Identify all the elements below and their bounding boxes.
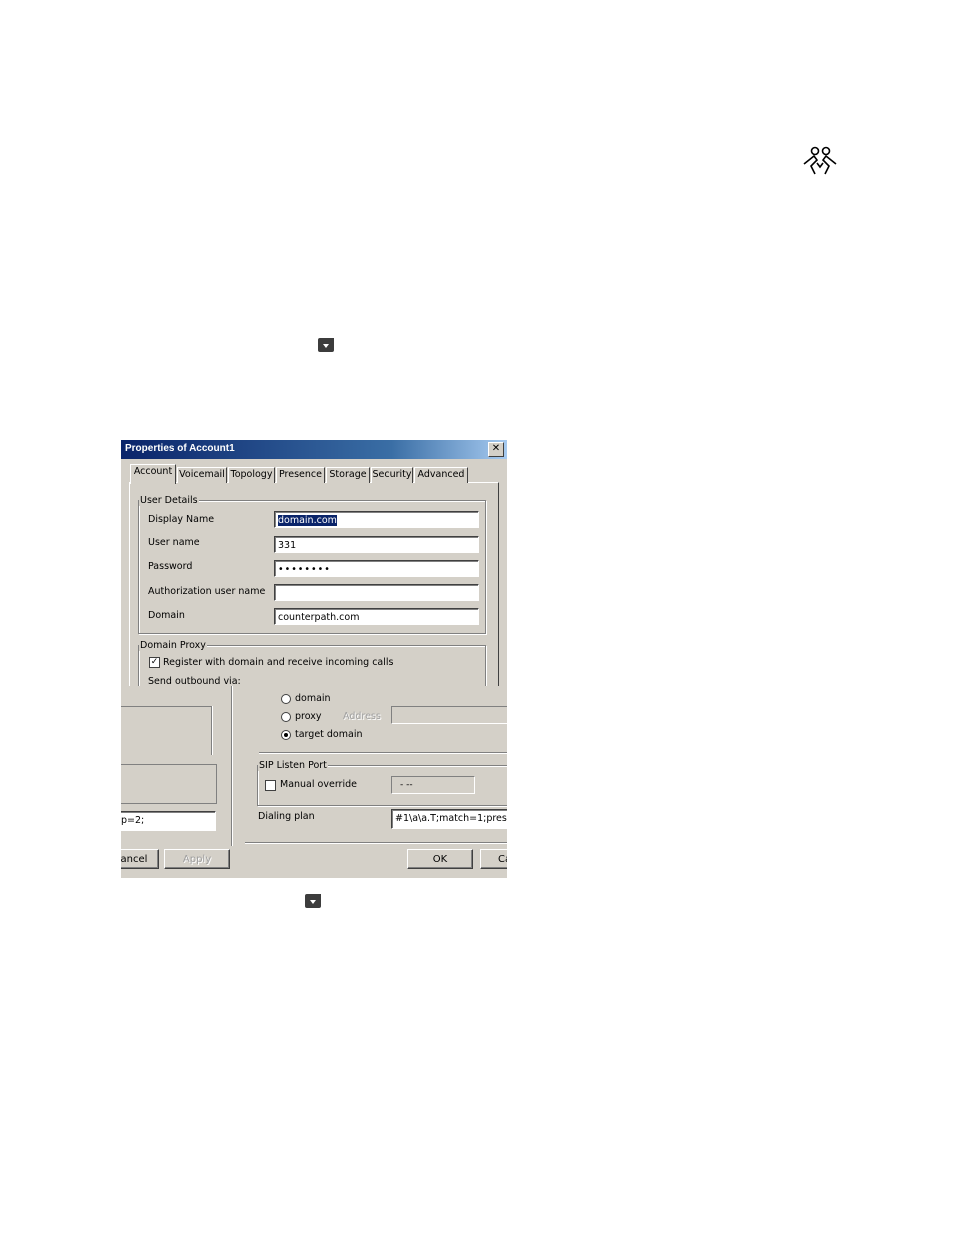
radio-domain-label: domain: [295, 693, 331, 704]
send-outbound-label: Send outbound via:: [148, 676, 241, 686]
sip-port-field[interactable]: - --: [391, 776, 475, 794]
address-field[interactable]: [391, 706, 507, 724]
auth-user-name-label: Authorization user name: [148, 586, 266, 597]
tab-storage[interactable]: Storage: [326, 467, 370, 483]
address-label: Address: [343, 711, 381, 722]
radio-target-domain-label: target domain: [295, 729, 363, 740]
dropdown-menu-icon: [305, 894, 321, 908]
radio-proxy[interactable]: [281, 712, 291, 722]
tab-topology[interactable]: Topology: [228, 467, 275, 483]
tab-voicemail[interactable]: Voicemail: [177, 467, 227, 483]
register-checkbox-label: Register with domain and receive incomin…: [163, 657, 394, 668]
tab-account[interactable]: Account: [130, 464, 176, 484]
domain-label: Domain: [148, 610, 185, 621]
password-field[interactable]: ••••••••: [274, 560, 479, 577]
panel-divider: [231, 686, 232, 846]
group-separator: [259, 752, 507, 753]
dialog-zoomed-crop: p=2; domain proxy Address target domain …: [121, 686, 507, 878]
manual-override-label: Manual override: [280, 779, 357, 790]
password-label: Password: [148, 561, 193, 572]
register-checkbox[interactable]: ✓: [149, 657, 160, 668]
user-name-field[interactable]: 331: [274, 536, 479, 553]
display-name-value: domain.com: [278, 515, 337, 526]
dropdown-menu-icon: [318, 338, 334, 352]
button-separator: [245, 842, 507, 843]
close-button[interactable]: ✕: [488, 442, 504, 457]
radio-domain[interactable]: [281, 694, 291, 704]
sip-listen-port-label: SIP Listen Port: [258, 760, 328, 771]
auth-user-name-field[interactable]: [274, 584, 479, 601]
domain-proxy-label: Domain Proxy: [139, 640, 207, 651]
cancel-button-right[interactable]: Ca: [480, 849, 507, 869]
dialing-plan-label: Dialing plan: [258, 811, 315, 822]
counterpath-logo-icon: [803, 146, 837, 175]
left-group-fragment: [121, 706, 212, 755]
user-details-label: User Details: [139, 495, 199, 506]
display-name-field[interactable]: domain.com: [274, 511, 479, 528]
apply-button[interactable]: Apply: [164, 849, 230, 869]
radio-proxy-label: proxy: [295, 711, 322, 722]
ok-button[interactable]: OK: [407, 849, 473, 869]
left-group-fragment-2: [121, 764, 217, 804]
dialog-title: Properties of Account1: [125, 443, 235, 454]
dialog-titlebar: Properties of Account1 ✕: [121, 440, 507, 459]
tab-security[interactable]: Security: [371, 467, 413, 483]
manual-override-checkbox[interactable]: [265, 780, 276, 791]
radio-target-domain[interactable]: [281, 730, 291, 740]
dialing-plan-field[interactable]: #1\a\a.T;match=1;prestri: [391, 809, 507, 829]
account-properties-dialog: Properties of Account1 ✕ Account Voicema…: [121, 440, 507, 686]
user-name-label: User name: [148, 537, 200, 548]
tab-presence[interactable]: Presence: [276, 467, 325, 483]
domain-field[interactable]: counterpath.com: [274, 608, 479, 625]
left-partial-field[interactable]: p=2;: [121, 811, 216, 831]
display-name-label: Display Name: [148, 514, 215, 525]
tab-advanced[interactable]: Advanced: [414, 467, 468, 483]
cancel-button-left[interactable]: ancel: [121, 849, 159, 869]
